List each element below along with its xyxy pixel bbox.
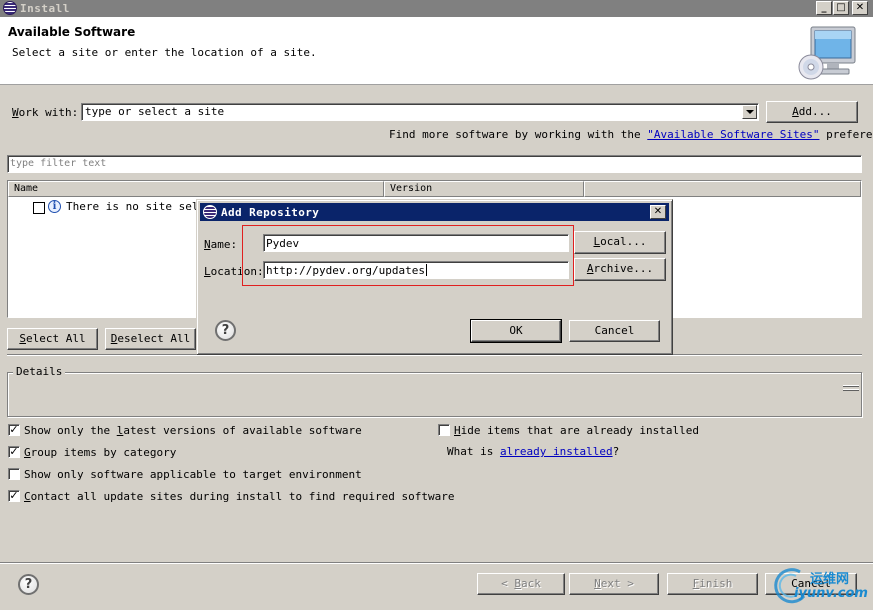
applicable-only-label: Show only software applicable to target …	[24, 468, 362, 481]
add-site-button[interactable]: Add...	[766, 101, 858, 123]
what-is-installed-text: What is already installed?	[447, 445, 620, 458]
latest-versions-label: Show only the latest versions of availab…	[24, 424, 362, 437]
eclipse-icon	[3, 1, 17, 15]
maximize-icon: □	[836, 2, 846, 13]
column-header-name[interactable]: Name	[8, 181, 384, 197]
next-button[interactable]: Next >	[569, 573, 659, 595]
filter-placeholder: type filter text	[10, 158, 107, 169]
tree-item-checkbox[interactable]	[33, 202, 45, 214]
latest-versions-checkbox[interactable]: ✓	[8, 424, 20, 436]
page-title: Available Software	[8, 25, 136, 39]
dialog-cancel-button[interactable]: Cancel	[569, 320, 660, 342]
column-header-version[interactable]: Version	[384, 181, 584, 197]
hide-installed-label: Hide items that are already installed	[454, 424, 700, 437]
work-with-combo[interactable]: type or select a site	[81, 103, 759, 121]
watermark-line1: 运维网	[810, 572, 850, 587]
applicable-only-checkbox[interactable]	[8, 468, 20, 480]
close-button[interactable]: ✕	[852, 1, 868, 15]
page-description: Select a site or enter the location of a…	[12, 46, 317, 59]
filter-input[interactable]: type filter text	[7, 155, 862, 173]
deselect-all-button[interactable]: Deselect All	[105, 328, 196, 350]
text-caret	[425, 264, 427, 276]
combo-dropdown-button[interactable]	[742, 105, 757, 119]
add-repository-dialog: Add Repository ✕ Name: Location: Pydev h…	[196, 199, 673, 355]
work-with-value: type or select a site	[85, 105, 225, 118]
ok-button[interactable]: OK	[470, 319, 562, 343]
archive-button[interactable]: Archive...	[574, 258, 666, 281]
local-button[interactable]: Local...	[574, 231, 666, 254]
back-button[interactable]: < Back	[477, 573, 565, 595]
available-sites-link[interactable]: "Available Software Sites"	[647, 128, 819, 141]
maximize-button[interactable]: □	[833, 1, 849, 15]
chevron-down-icon	[746, 110, 754, 114]
location-input[interactable]: http://pydev.org/updates	[263, 261, 569, 279]
column-header-filler	[584, 181, 861, 197]
window-title: Install	[20, 2, 70, 15]
close-icon: ✕	[653, 206, 663, 217]
check-icon: ✓	[9, 489, 19, 502]
already-installed-link[interactable]: already installed	[500, 445, 613, 458]
help-icon[interactable]: ?	[215, 320, 236, 341]
minimize-icon: _	[821, 2, 827, 13]
check-icon: ✓	[9, 423, 19, 436]
contact-sites-checkbox[interactable]: ✓	[8, 490, 20, 502]
sash-grip-icon[interactable]	[843, 385, 859, 397]
select-all-button[interactable]: Select All	[7, 328, 98, 350]
details-group	[7, 372, 862, 417]
tree-item-label: There is no site selec	[66, 200, 212, 213]
dialog-close-button[interactable]: ✕	[650, 205, 666, 219]
wizard-banner: Available Software Select a site or ente…	[0, 17, 873, 85]
separator	[0, 562, 873, 564]
dialog-titlebar[interactable]: Add Repository ✕	[200, 203, 669, 221]
details-legend: Details	[13, 365, 66, 378]
eclipse-icon	[203, 205, 217, 219]
name-input[interactable]: Pydev	[263, 234, 569, 252]
window-titlebar[interactable]: Install _ □ ✕	[0, 0, 873, 17]
watermark-line2: iyunv.com	[794, 586, 868, 601]
info-icon: i	[48, 200, 61, 213]
hide-installed-checkbox[interactable]	[438, 424, 450, 436]
contact-sites-label: Contact all update sites during install …	[24, 490, 455, 503]
minimize-button[interactable]: _	[816, 1, 832, 15]
group-by-category-checkbox[interactable]: ✓	[8, 446, 20, 458]
help-icon[interactable]: ?	[18, 574, 39, 595]
name-label: Name:	[204, 238, 238, 251]
work-with-label: Work with:	[12, 106, 79, 119]
check-icon: ✓	[9, 445, 19, 458]
dialog-title: Add Repository	[221, 206, 320, 219]
find-more-text: Find more software by working with the "…	[389, 128, 873, 141]
watermark-logo: 运维网 iyunv.com	[770, 566, 870, 606]
finish-button[interactable]: Finish	[667, 573, 758, 595]
close-icon: ✕	[855, 2, 865, 13]
monitor-cd-icon	[798, 26, 856, 80]
group-by-category-label: Group items by category	[24, 446, 177, 459]
